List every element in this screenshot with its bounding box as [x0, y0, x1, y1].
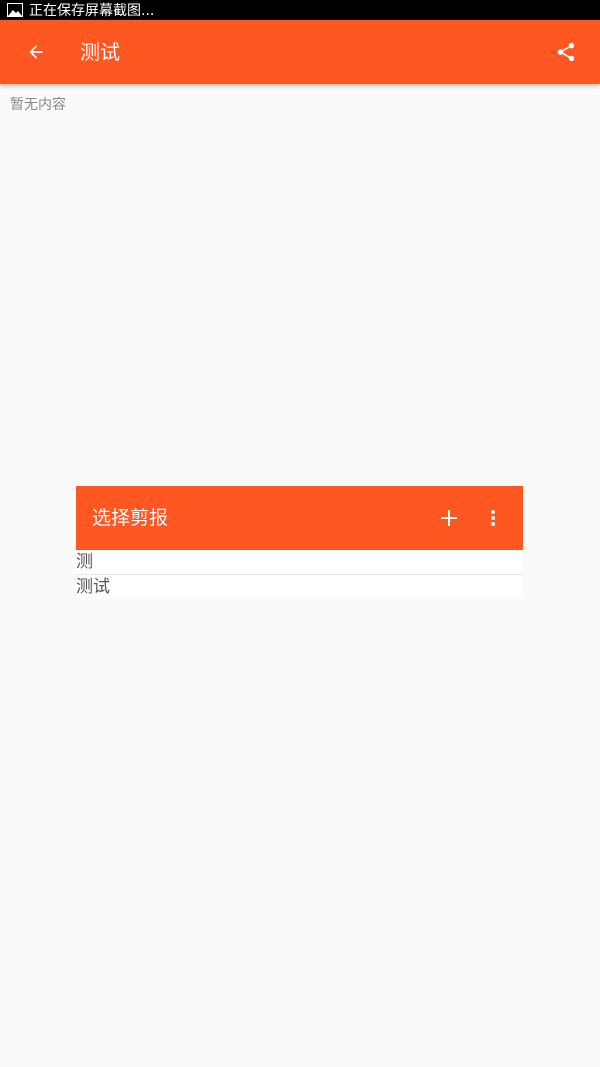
- back-button[interactable]: [20, 36, 52, 68]
- empty-state-text: 暂无内容: [10, 97, 66, 113]
- share-icon: [557, 42, 575, 62]
- plus-icon: [441, 510, 457, 526]
- share-button[interactable]: [550, 36, 582, 68]
- select-clip-dialog: 选择剪报 测 测试: [76, 486, 523, 599]
- more-vert-icon: [491, 510, 495, 526]
- status-bar: 正在保存屏幕截图...: [0, 0, 600, 20]
- more-options-button[interactable]: [481, 504, 505, 532]
- add-clip-button[interactable]: [435, 504, 463, 532]
- dialog-header: 选择剪报: [76, 486, 523, 550]
- page-title: 测试: [80, 40, 120, 64]
- clip-list-item[interactable]: 测试: [76, 574, 523, 599]
- clip-list-item[interactable]: 测: [76, 550, 523, 574]
- status-text: 正在保存屏幕截图...: [29, 3, 155, 19]
- dialog-title: 选择剪报: [92, 507, 169, 529]
- app-toolbar: 测试: [0, 20, 600, 84]
- image-icon: [6, 2, 24, 18]
- arrow-back-icon: [29, 45, 43, 59]
